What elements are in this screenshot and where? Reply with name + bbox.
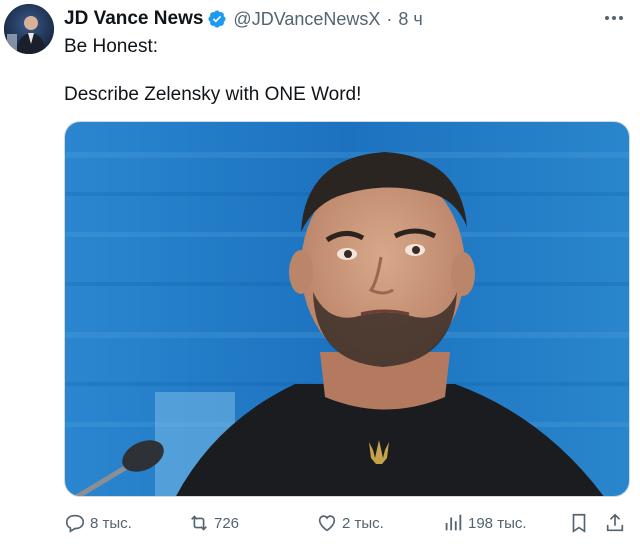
photo-image [65, 122, 629, 496]
repost-count: 726 [214, 514, 240, 532]
more-icon[interactable] [602, 8, 626, 28]
verified-badge-icon [207, 9, 227, 29]
like-button[interactable]: 2 тыс. [316, 512, 384, 534]
share-button[interactable] [604, 512, 630, 534]
repost-icon [191, 515, 207, 531]
tweet-actions: 8 тыс. 726 2 тыс. 198 тыс. [64, 512, 630, 540]
bookmark-button[interactable] [568, 512, 594, 534]
like-icon [318, 515, 336, 532]
views-button[interactable]: 198 тыс. [442, 512, 527, 534]
tweet-header: JD Vance News @JDVanceNewsX · 8 ч [64, 6, 620, 32]
views-icon [445, 514, 462, 531]
timestamp[interactable]: 8 ч [398, 9, 422, 30]
share-icon [606, 513, 624, 532]
views-count: 198 тыс. [468, 514, 527, 532]
avatar-image [4, 4, 54, 54]
reply-count: 8 тыс. [90, 514, 132, 532]
bookmark-icon [572, 513, 586, 533]
like-count: 2 тыс. [342, 514, 384, 532]
author-name[interactable]: JD Vance News [64, 8, 203, 30]
reply-icon [65, 514, 85, 533]
tweet-media-photo[interactable] [64, 121, 630, 497]
author-handle[interactable]: @JDVanceNewsX [233, 9, 380, 30]
tweet-text-line-1: Be Honest: [64, 36, 158, 57]
reply-button[interactable]: 8 тыс. [64, 512, 132, 534]
separator-dot: · [386, 8, 393, 29]
tweet-text-line-2: Describe Zelensky with ONE Word! [64, 84, 362, 105]
repost-button[interactable]: 726 [188, 512, 239, 534]
avatar[interactable] [4, 4, 54, 54]
